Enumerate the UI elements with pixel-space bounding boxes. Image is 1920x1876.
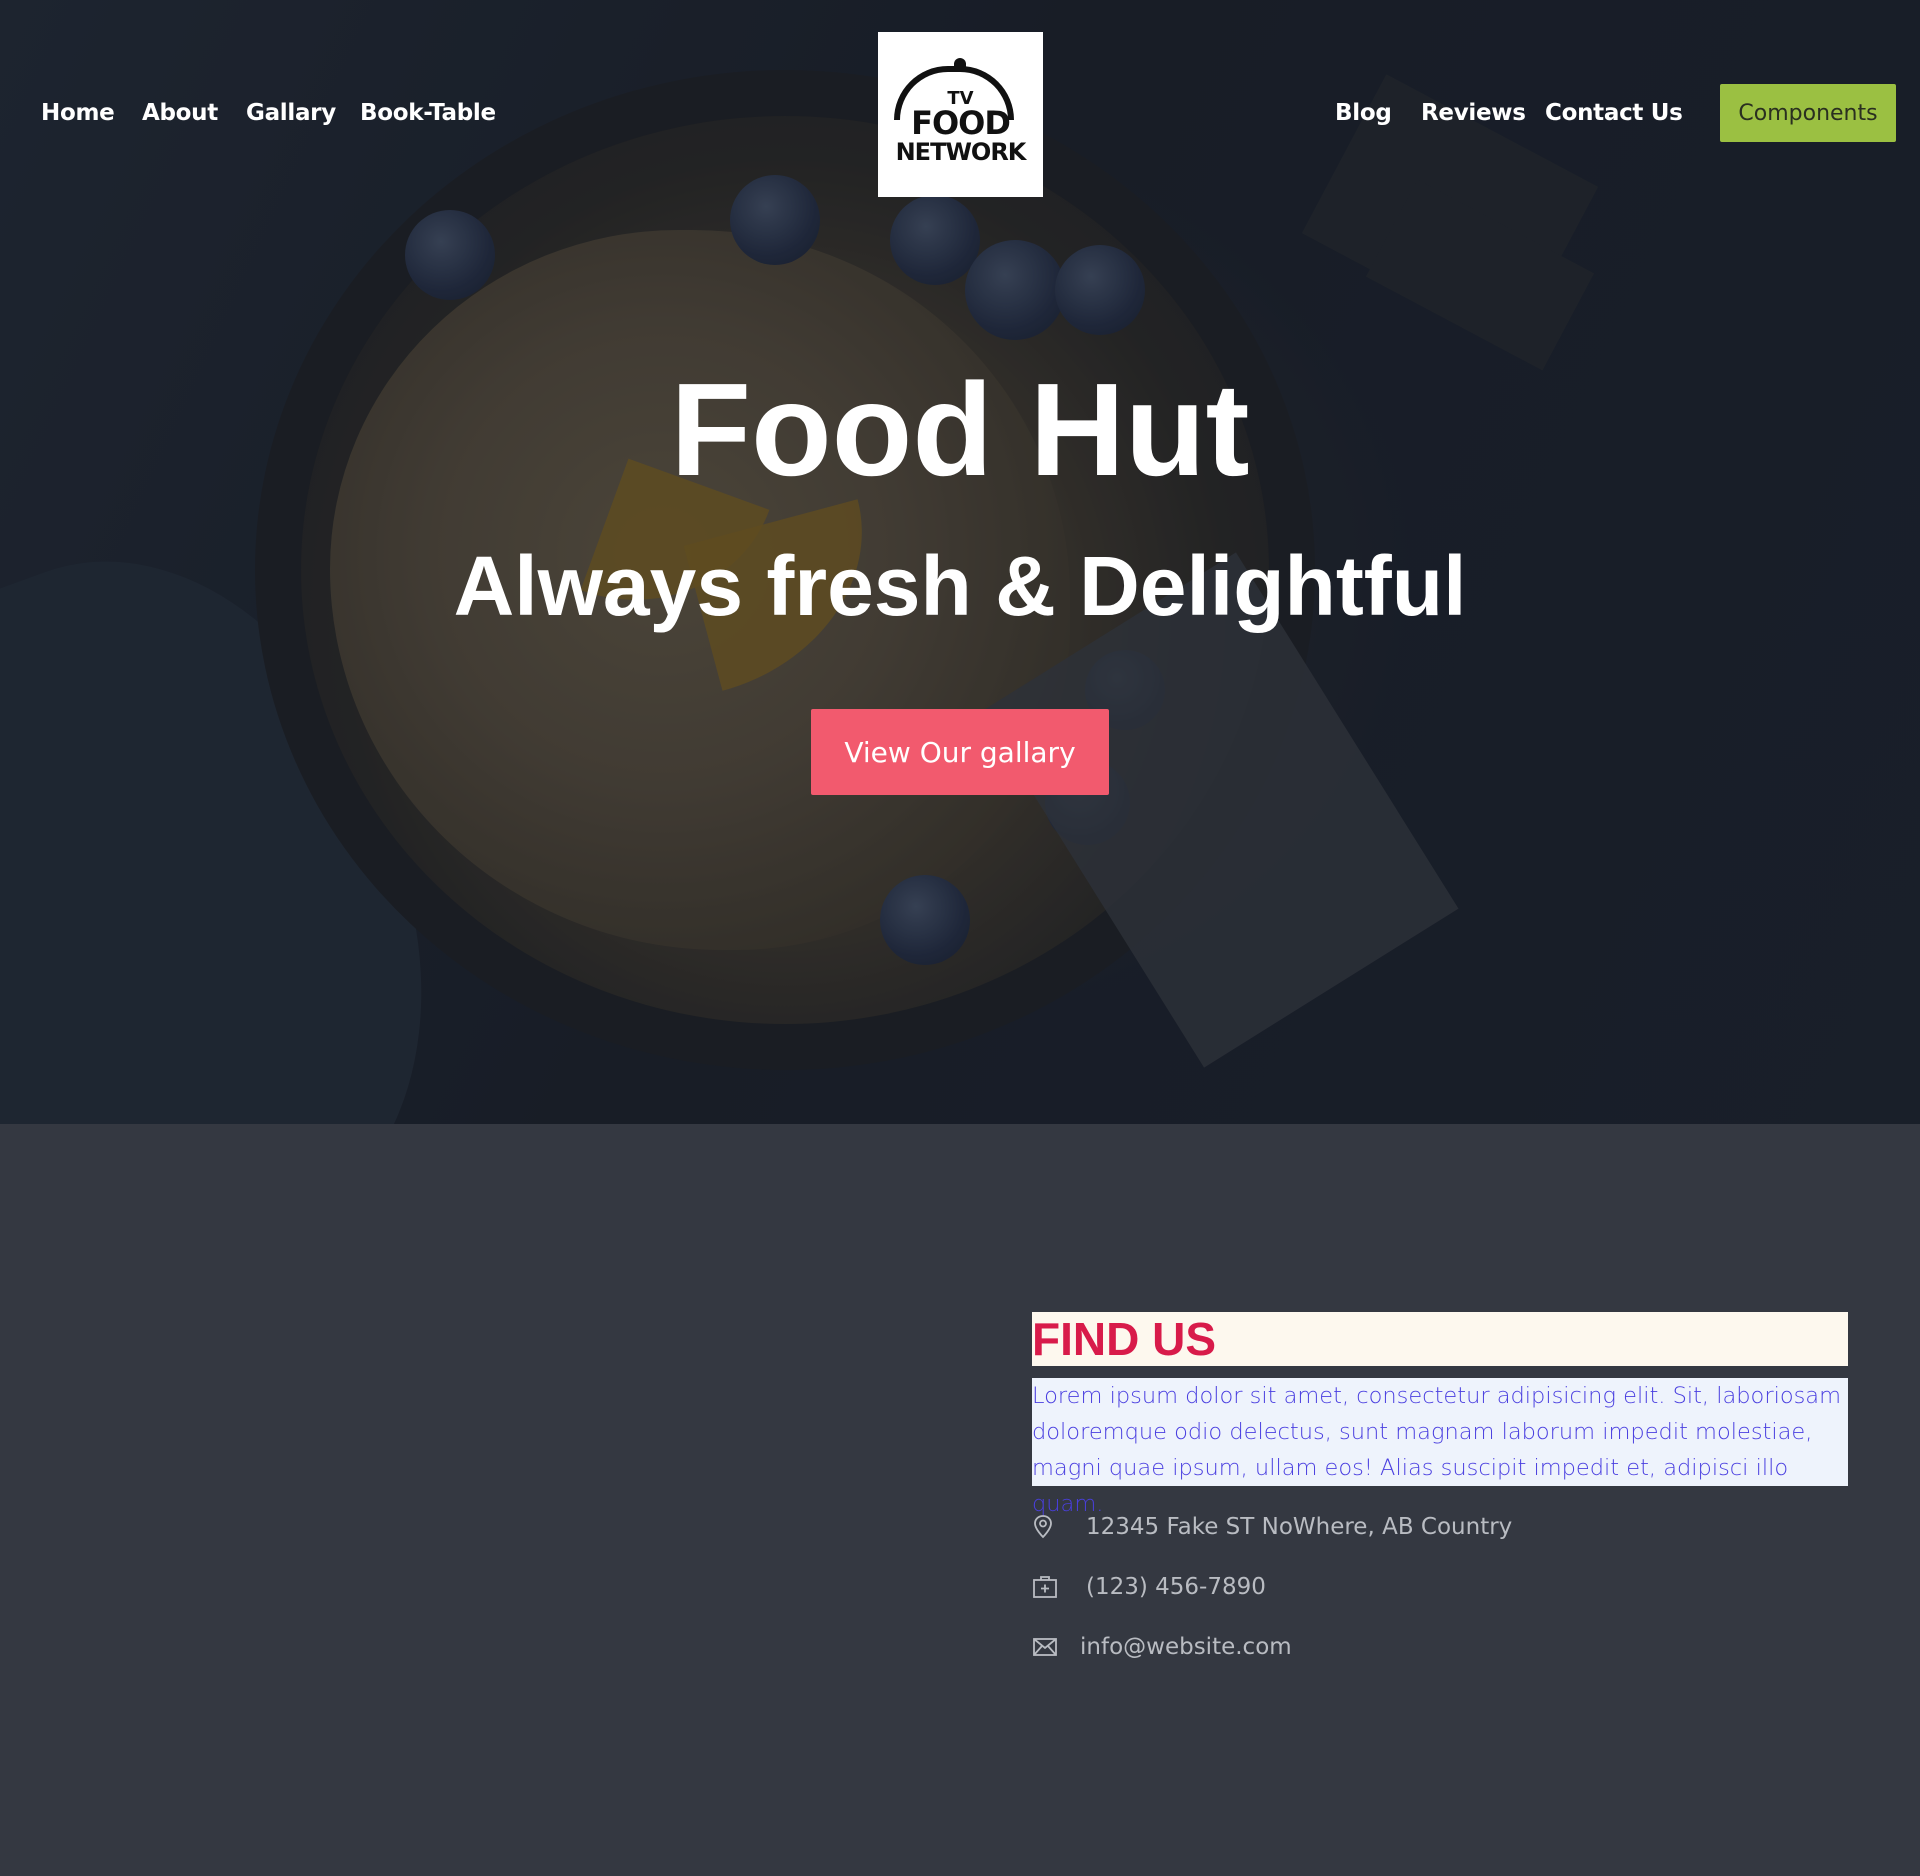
components-button[interactable]: Components bbox=[1720, 84, 1896, 142]
view-gallery-button[interactable]: View Our gallary bbox=[811, 709, 1109, 795]
nav-home-link[interactable]: Home bbox=[41, 100, 115, 126]
envelope-icon bbox=[1033, 1638, 1057, 1656]
find-us-title: FIND US bbox=[1032, 1312, 1848, 1366]
phone-text[interactable]: (123) 456-7890 bbox=[1086, 1574, 1266, 1600]
hero-section: Home About Gallary Book-Table TV FOOD NE… bbox=[0, 0, 1920, 1124]
food-network-logo[interactable]: TV FOOD NETWORK bbox=[878, 32, 1043, 197]
email-text[interactable]: info@website.com bbox=[1080, 1634, 1292, 1660]
nav-about-link[interactable]: About bbox=[142, 100, 218, 126]
hero-subtitle: Always fresh & Delightful bbox=[453, 539, 1467, 633]
address-text: 12345 Fake ST NoWhere, AB Country bbox=[1086, 1514, 1513, 1540]
phone-box-icon bbox=[1033, 1576, 1057, 1598]
find-us-description: Lorem ipsum dolor sit amet, consectetur … bbox=[1032, 1378, 1848, 1517]
email-row: info@website.com bbox=[1032, 1634, 1292, 1660]
logo-text-network: NETWORK bbox=[895, 137, 1027, 166]
nav-gallary-link[interactable]: Gallary bbox=[246, 100, 336, 126]
nav-contact-us-link[interactable]: Contact Us bbox=[1545, 100, 1683, 126]
map-pin-icon bbox=[1034, 1515, 1052, 1539]
nav-reviews-link[interactable]: Reviews bbox=[1421, 100, 1526, 126]
nav-book-table-link[interactable]: Book-Table bbox=[360, 100, 496, 126]
logo-dome-knob bbox=[954, 58, 966, 68]
nav-blog-link[interactable]: Blog bbox=[1335, 100, 1392, 126]
logo-text-food: FOOD bbox=[911, 103, 1011, 142]
hero-title: Food Hut bbox=[670, 356, 1250, 503]
phone-row: (123) 456-7890 bbox=[1032, 1574, 1266, 1600]
logo-wordmark: TV FOOD NETWORK bbox=[895, 87, 1027, 166]
address-row: 12345 Fake ST NoWhere, AB Country bbox=[1032, 1514, 1512, 1540]
